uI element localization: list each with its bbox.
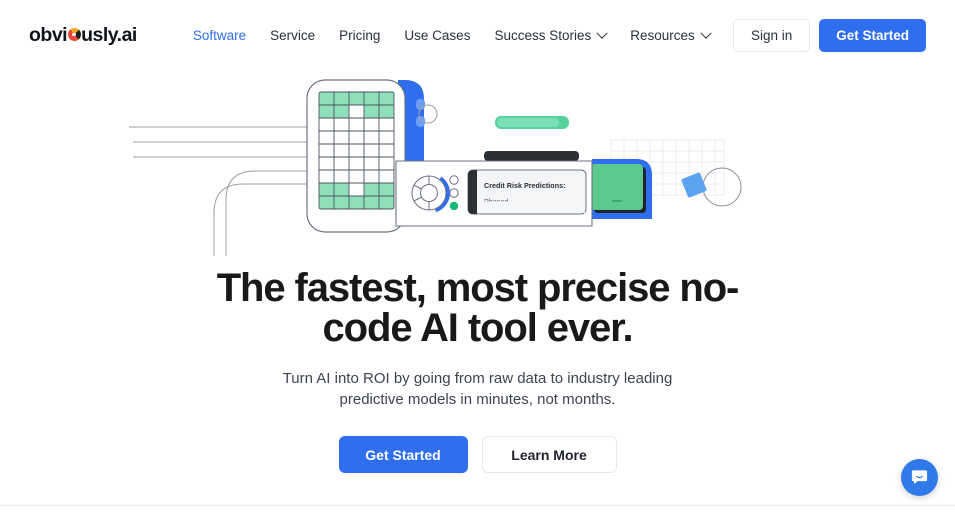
progress-pill-icon bbox=[495, 116, 569, 129]
nav-item-pricing[interactable]: Pricing bbox=[327, 22, 392, 49]
brand-name-before: obvi bbox=[29, 24, 68, 46]
nav-item-label: Success Stories bbox=[494, 28, 592, 43]
hero-cta-group: Get Started Learn More bbox=[0, 436, 955, 473]
nav-item-resources[interactable]: Resources bbox=[618, 22, 722, 49]
page-root: obvi usly.ai Software Service Pricing Us… bbox=[0, 0, 955, 514]
prediction-card-spine bbox=[468, 170, 477, 214]
prediction-card-title: Credit Risk Predictions: bbox=[484, 181, 565, 190]
sign-in-button[interactable]: Sign in bbox=[732, 19, 811, 52]
chat-launcher-button[interactable] bbox=[901, 459, 938, 496]
nav-item-label: Use Cases bbox=[404, 28, 471, 43]
hero-illustration-wrap: Credit Risk Predictions: Phased bbox=[0, 71, 955, 256]
top-navbar: obvi usly.ai Software Service Pricing Us… bbox=[0, 0, 955, 71]
square-decor-light-icon bbox=[681, 172, 707, 198]
nav-item-use-cases[interactable]: Use Cases bbox=[392, 22, 482, 49]
pie-dot-icon bbox=[67, 28, 81, 41]
brand-logo[interactable]: obvi usly.ai bbox=[29, 24, 137, 47]
chevron-down-icon bbox=[596, 27, 608, 39]
blue-screen-device bbox=[591, 159, 652, 219]
learn-more-button[interactable]: Learn More bbox=[481, 436, 617, 473]
indicator-dot-active-icon bbox=[449, 201, 459, 211]
chevron-down-icon bbox=[700, 27, 712, 39]
nav-item-software[interactable]: Software bbox=[181, 22, 258, 49]
indicator-dot-hollow-icon bbox=[449, 175, 459, 185]
brand-name-after: usly.ai bbox=[81, 24, 137, 46]
nav-actions: Sign in Get Started bbox=[732, 19, 926, 52]
hero-illustration: Credit Risk Predictions: Phased bbox=[129, 79, 742, 256]
nav-links: Software Service Pricing Use Cases Succe… bbox=[181, 22, 722, 49]
get-started-hero-button[interactable]: Get Started bbox=[338, 436, 468, 473]
nav-item-label: Service bbox=[270, 28, 316, 43]
circle-decor-icon bbox=[702, 167, 742, 207]
card-fade-mask bbox=[478, 202, 585, 213]
chat-bubble-icon bbox=[911, 470, 928, 485]
get-started-nav-button[interactable]: Get Started bbox=[819, 19, 926, 52]
indicator-dot-hollow-icon bbox=[449, 188, 459, 198]
section-divider bbox=[0, 505, 955, 506]
nav-item-label: Resources bbox=[630, 28, 695, 43]
nav-item-service[interactable]: Service bbox=[258, 22, 327, 49]
page-title: The fastest, most precise no-code AI too… bbox=[216, 266, 740, 350]
hero-subtitle: Turn AI into ROI by going from raw data … bbox=[282, 370, 673, 408]
nav-item-label: Pricing bbox=[339, 28, 381, 43]
nav-item-label: Software bbox=[192, 28, 247, 43]
hero-section: Credit Risk Predictions: Phased The fast… bbox=[0, 71, 955, 473]
nav-item-success-stories[interactable]: Success Stories bbox=[482, 22, 618, 49]
device-lid bbox=[484, 151, 579, 161]
cable-lines-icon bbox=[129, 126, 330, 158]
